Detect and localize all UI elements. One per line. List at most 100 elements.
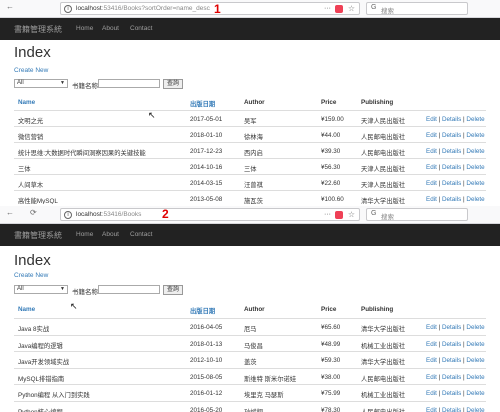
details-link[interactable]: Details [442, 196, 461, 203]
address-field[interactable]: i localhost:53416/Books?sortOrder=name_de… [60, 2, 360, 15]
nav-link-contact[interactable]: Contact [130, 25, 152, 32]
refresh-icon[interactable]: ⟳ [30, 208, 37, 217]
details-link[interactable]: Details [442, 390, 461, 397]
delete-link[interactable]: Delete [466, 180, 484, 187]
back-arrow-icon[interactable]: ← [6, 208, 14, 217]
cell-name: Java开发领域实战 [18, 359, 70, 366]
delete-link[interactable]: Delete [466, 132, 484, 139]
cell-publish-date: 2016-01-12 [190, 390, 223, 397]
page-title: Index [14, 252, 51, 269]
header-author: Author [244, 306, 265, 313]
nav-link-contact[interactable]: Contact [130, 231, 152, 238]
cell-name: Python核心编程 [18, 408, 63, 412]
search-box[interactable]: G 搜索 [366, 208, 468, 221]
header-name[interactable]: Name [18, 306, 35, 313]
row-actions: Edit | Details | Delete [426, 164, 485, 171]
details-link[interactable]: Details [442, 132, 461, 139]
delete-link[interactable]: Delete [466, 116, 484, 123]
cell-publish-date: 2012-10-10 [190, 357, 223, 364]
edit-link[interactable]: Edit [426, 116, 437, 123]
edit-link[interactable]: Edit [426, 407, 437, 412]
details-link[interactable]: Details [442, 357, 461, 364]
header-publish-date[interactable]: 出版日期 [190, 99, 215, 108]
details-link[interactable]: Details [442, 164, 461, 171]
delete-link[interactable]: Delete [466, 324, 484, 331]
details-link[interactable]: Details [442, 374, 461, 381]
cell-price: ¥75.99 [321, 390, 341, 397]
edit-link[interactable]: Edit [426, 132, 437, 139]
delete-link[interactable]: Delete [466, 407, 484, 412]
header-publishing: Publishing [361, 306, 394, 313]
address-field[interactable]: i localhost:53416/Books ··· ☆ [60, 208, 360, 221]
info-icon[interactable]: i [64, 211, 72, 219]
pocket-icon[interactable] [335, 211, 343, 219]
edit-link[interactable]: Edit [426, 164, 437, 171]
edit-link[interactable]: Edit [426, 324, 437, 331]
book-name-input[interactable] [98, 79, 160, 88]
top-navbar: 書籍管理系統 Home About Contact [0, 224, 500, 246]
cell-price: ¥38.00 [321, 373, 341, 381]
query-button[interactable]: 查詢 [163, 285, 184, 295]
create-new-link[interactable]: Create New [14, 67, 48, 74]
brand-link[interactable]: 書籍管理系統 [14, 24, 62, 35]
delete-link[interactable]: Delete [466, 148, 484, 155]
nav-link-about[interactable]: About [102, 231, 119, 238]
bookmark-star-icon[interactable]: ☆ [348, 210, 355, 219]
page-actions-icon[interactable]: ··· [324, 5, 331, 12]
pocket-icon[interactable] [335, 5, 343, 13]
search-engine-icon[interactable]: G [371, 4, 376, 11]
edit-link[interactable]: Edit [426, 180, 437, 187]
table-row: 统计思维:大数据时代瞬间洞察因果的关键技能 2017-12-23 西内启 ¥39.30… [14, 142, 486, 158]
page-actions-icon[interactable]: ··· [324, 211, 331, 218]
details-link[interactable]: Details [442, 341, 461, 348]
edit-link[interactable]: Edit [426, 390, 437, 397]
table-row: 三体 2014-10-16 三体 ¥56.30 天津人民出版社 Edit | Detail… [14, 158, 486, 174]
table-row: MySQL排错指南 2015-08-05 斯维特 斯米尔诺娃 ¥38.00 人民邮电出版… [14, 367, 486, 384]
query-button[interactable]: 查詢 [163, 79, 184, 89]
url-text: localhost:53416/Books?sortOrder=name_des… [76, 5, 210, 12]
category-select[interactable]: All ▼ [14, 285, 68, 294]
back-arrow-icon[interactable]: ← [6, 2, 14, 11]
brand-link[interactable]: 書籍管理系統 [14, 230, 62, 241]
book-name-input[interactable] [98, 285, 160, 294]
create-new-link[interactable]: Create New [14, 272, 48, 279]
table-row: Python核心编程 2016-05-20 孙斌翔 ¥78.30 人民邮电出版社 Edit… [14, 400, 486, 412]
cell-price: ¥59.30 [321, 357, 341, 364]
bookmark-star-icon[interactable]: ☆ [348, 4, 355, 13]
category-select[interactable]: All ▼ [14, 79, 68, 88]
header-publish-date[interactable]: 出版日期 [190, 306, 215, 315]
details-link[interactable]: Details [442, 180, 461, 187]
cell-author: 盖茨 [244, 359, 257, 366]
edit-link[interactable]: Edit [426, 148, 437, 155]
header-name[interactable]: Name [18, 99, 35, 106]
nav-link-home[interactable]: Home [76, 231, 93, 238]
details-link[interactable]: Details [442, 148, 461, 155]
search-box[interactable]: G 搜索 [366, 2, 468, 15]
details-link[interactable]: Details [442, 324, 461, 331]
delete-link[interactable]: Delete [466, 357, 484, 364]
cell-name: 三体 [18, 166, 31, 173]
nav-link-about[interactable]: About [102, 25, 119, 32]
delete-link[interactable]: Delete [466, 374, 484, 381]
delete-link[interactable]: Delete [466, 196, 484, 203]
edit-link[interactable]: Edit [426, 341, 437, 348]
edit-link[interactable]: Edit [426, 374, 437, 381]
delete-link[interactable]: Delete [466, 341, 484, 348]
table-row: 高性能MySQL 2013-05-08 施瓦茨 ¥100.60 清华大学出版社 Edit … [14, 190, 486, 204]
nav-link-home[interactable]: Home [76, 25, 93, 32]
chevron-down-icon: ▼ [60, 286, 65, 292]
details-link[interactable]: Details [442, 407, 461, 412]
search-placeholder: 搜索 [381, 214, 394, 221]
details-link[interactable]: Details [442, 116, 461, 123]
search-engine-icon[interactable]: G [371, 210, 376, 217]
cell-price: ¥100.60 [321, 196, 344, 203]
edit-link[interactable]: Edit [426, 357, 437, 364]
cell-author: 埃里克 马瑟斯 [244, 392, 284, 399]
header-publishing: Publishing [361, 99, 394, 106]
book-name-label: 书籍名称 [72, 289, 98, 296]
delete-link[interactable]: Delete [466, 390, 484, 397]
info-icon[interactable]: i [64, 5, 72, 13]
delete-link[interactable]: Delete [466, 164, 484, 171]
edit-link[interactable]: Edit [426, 196, 437, 203]
cell-price: ¥39.30 [321, 148, 341, 155]
